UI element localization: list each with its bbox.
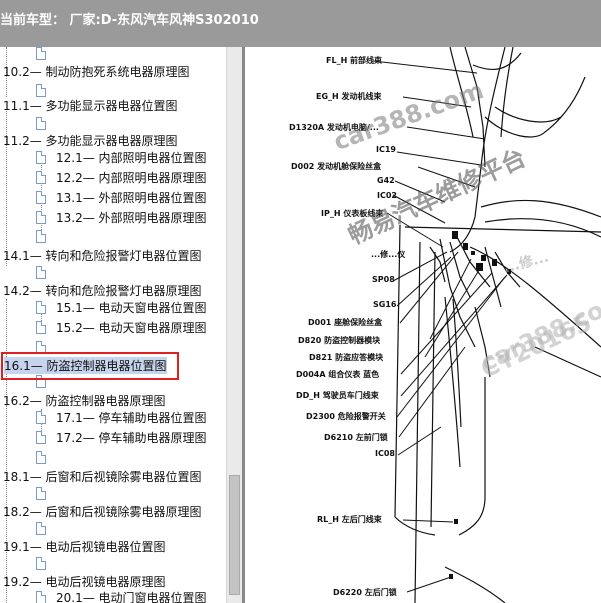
- document-icon: [36, 151, 46, 164]
- wiring-diagram-view[interactable]: FL_H 前部线束 EG_H 发动机线束 D1320A 发动机电脑/... IC…: [245, 47, 601, 603]
- diagram-label: D1320A 发动机电脑/...: [289, 123, 379, 132]
- document-icon: [36, 117, 46, 130]
- document-icon: [36, 191, 46, 204]
- diagram-label: D2300 危险报警开关: [306, 412, 386, 421]
- tree-item[interactable]: 18.2— 后窗和后视镜除雾电器原理图: [3, 503, 202, 520]
- document-icon: [36, 522, 46, 535]
- document-icon: [36, 266, 46, 279]
- document-icon: [36, 411, 46, 424]
- tree-item[interactable]: 15.1— 电动天窗电器位置图: [56, 299, 207, 316]
- diagram-label: D002 发动机舱保险丝盒: [291, 162, 382, 171]
- diagram-label: EG_H 发动机线束: [316, 92, 382, 101]
- diagram-label: D001 座舱保险丝盒: [308, 318, 383, 327]
- document-icon: [36, 557, 46, 570]
- diagram-label: IC02: [377, 191, 397, 200]
- document-icon: [36, 487, 46, 500]
- window-title-bar: 当前车型： 厂家:D-东风汽车风神S302010: [0, 0, 601, 47]
- selection-highlight-box: [1, 352, 179, 380]
- document-icon: [36, 591, 46, 603]
- diagram-label: DD_H 驾驶员车门线束: [296, 391, 379, 400]
- diagram-label: IC19: [376, 145, 396, 154]
- window-title: 当前车型： 厂家:D-东风汽车风神S302010: [0, 13, 259, 28]
- tree-item[interactable]: 14.1— 转向和危险报警灯电器位置图: [3, 247, 202, 264]
- document-icon: [36, 321, 46, 334]
- diagram-label: RL_H 左后门线束: [317, 515, 382, 524]
- document-icon: [36, 211, 46, 224]
- tree-item[interactable]: 10.2— 制动防抱死系统电器原理图: [3, 63, 190, 80]
- diagram-label: FL_H 前部线束: [326, 56, 383, 65]
- tree-item[interactable]: 11.2— 多功能显示器电器原理图: [3, 132, 178, 149]
- document-icon: [36, 431, 46, 444]
- document-icon: [36, 230, 46, 243]
- document-icon: [36, 171, 46, 184]
- diagram-label: D6210 左前门锁: [324, 433, 388, 442]
- document-icon: [36, 84, 46, 97]
- tree-item[interactable]: 16.2— 防盗控制器电器原理图: [3, 392, 166, 409]
- tree-vertical-scrollbar[interactable]: [226, 47, 242, 603]
- diagram-label: SG16: [373, 300, 397, 309]
- tree-item[interactable]: 20.1— 电动门窗电器位置图: [56, 589, 207, 603]
- diagram-label: D6220 左后门锁: [333, 588, 397, 597]
- tree-item[interactable]: 14.2— 转向和危险报警灯电器原理图: [3, 282, 202, 299]
- diagram-label: D004A 组合仪表 蓝色: [296, 370, 380, 379]
- diagram-label: D820 防盗控制器模块: [298, 336, 381, 345]
- tree-item[interactable]: 12.2— 内部照明电器原理图: [56, 169, 207, 186]
- tree-item[interactable]: 19.1— 电动后视镜电器位置图: [3, 538, 166, 555]
- document-icon: [36, 451, 46, 464]
- diagram-label: D821 防盗应答模块: [309, 353, 384, 362]
- tree-item[interactable]: 11.1— 多功能显示器电器位置图: [3, 97, 178, 114]
- chapter-tree[interactable]: 10.2— 制动防抱死系统电器原理图 11.1— 多功能显示器电器位置图 11.…: [0, 47, 226, 603]
- document-icon: [36, 301, 46, 314]
- tree-item[interactable]: 15.2— 电动天窗电器原理图: [56, 319, 207, 336]
- diagram-label: G42: [377, 176, 395, 185]
- diagram-label: IP_H 仪表板线束: [321, 209, 384, 218]
- tree-item[interactable]: 13.1— 外部照明电器位置图: [56, 189, 207, 206]
- tree-item[interactable]: 18.1— 后窗和后视镜除雾电器位置图: [3, 468, 202, 485]
- diagram-label: IC08: [375, 449, 395, 458]
- diagram-label: SP08: [372, 275, 395, 284]
- diagram-label: ...修...仪: [371, 250, 406, 259]
- tree-item[interactable]: 17.1— 停车辅助电器位置图: [56, 409, 207, 426]
- tree-item[interactable]: 17.2— 停车辅助电器原理图: [56, 429, 207, 446]
- document-icon: [36, 47, 46, 60]
- tree-item[interactable]: 12.1— 内部照明电器位置图: [56, 149, 207, 166]
- scrollbar-thumb[interactable]: [229, 475, 240, 595]
- tree-item[interactable]: 19.2— 电动后视镜电器原理图: [3, 573, 166, 590]
- tree-item[interactable]: 13.2— 外部照明电器原理图: [56, 209, 207, 226]
